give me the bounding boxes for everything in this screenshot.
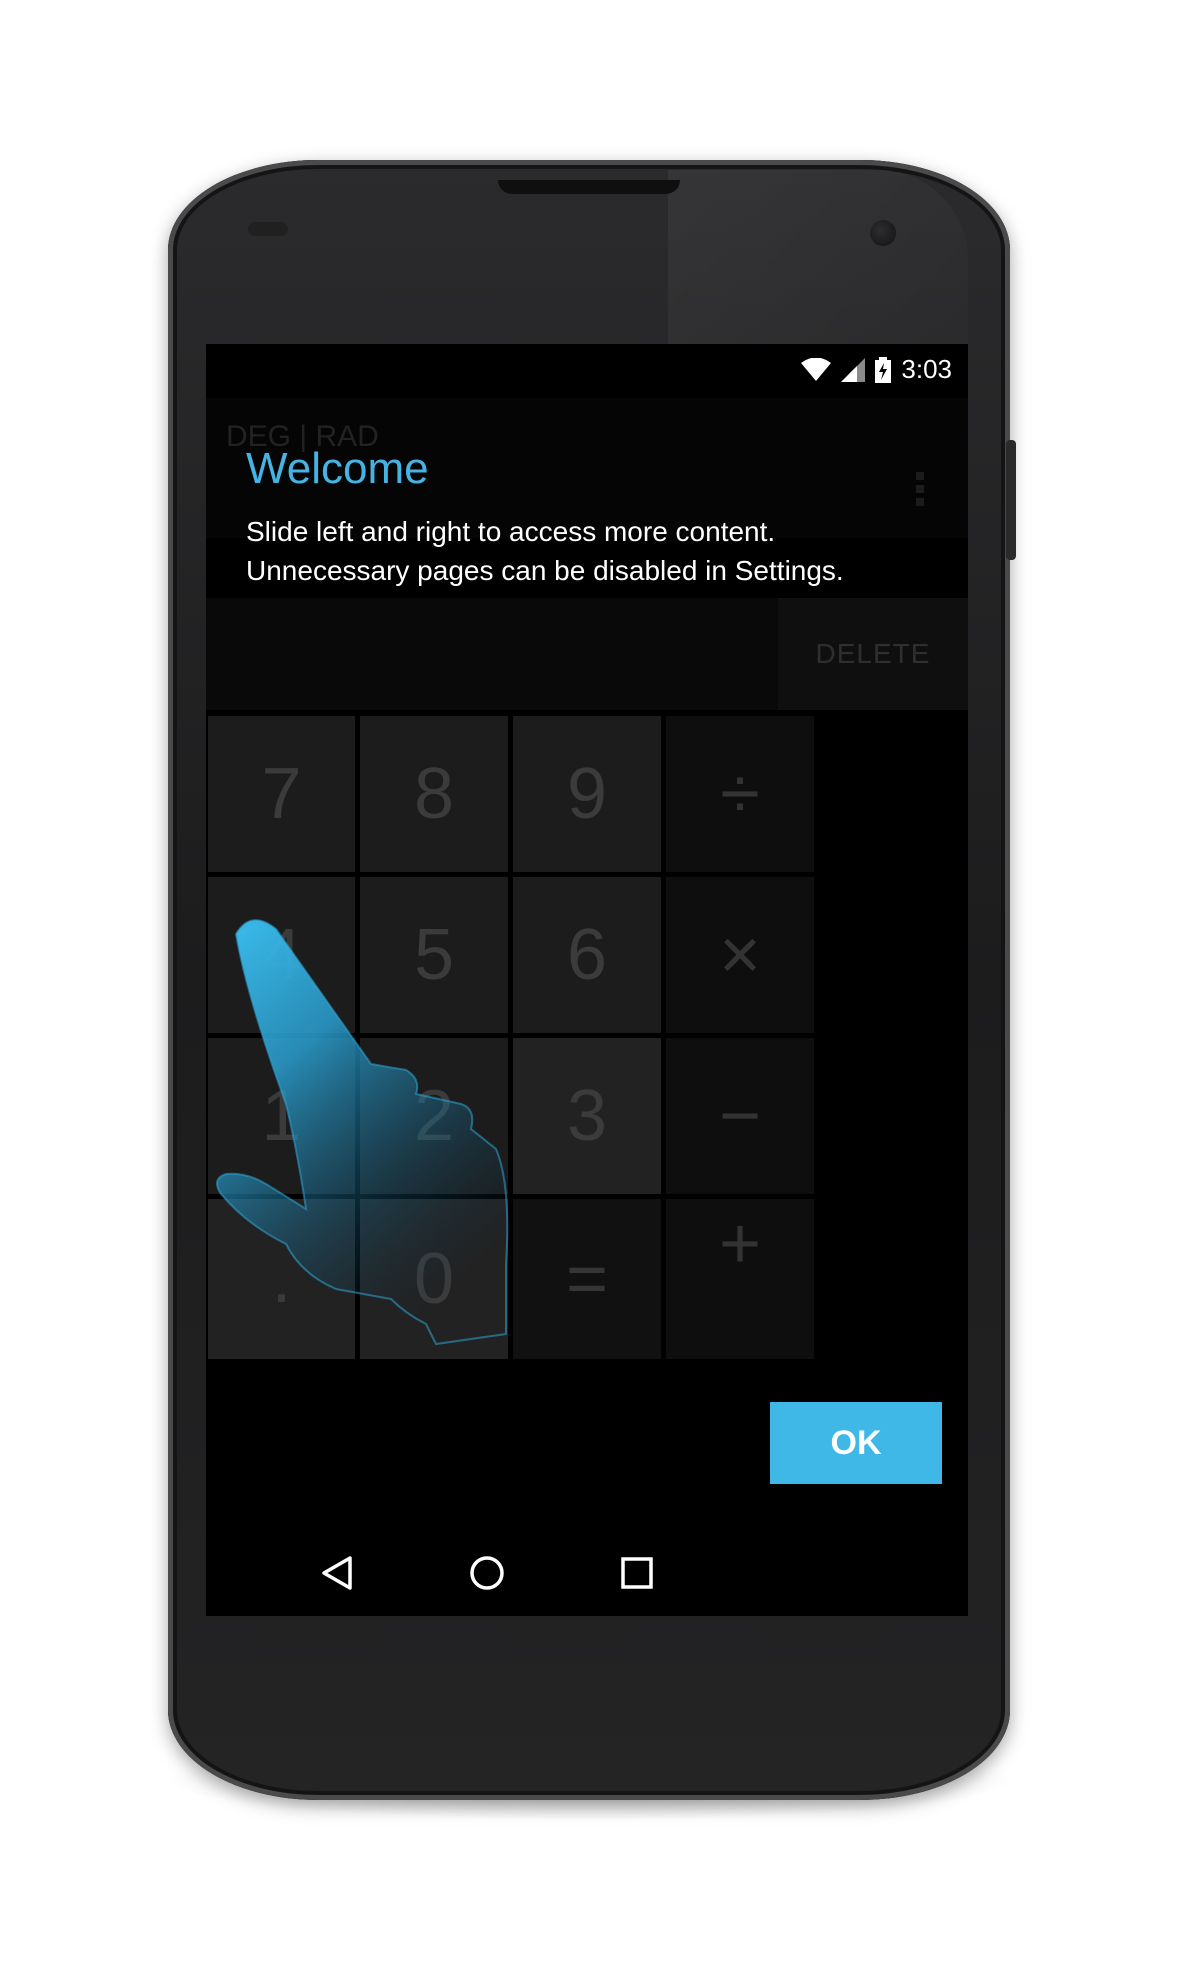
key-decimal-label: . bbox=[271, 1238, 292, 1318]
key-equals[interactable]: = bbox=[513, 1199, 661, 1359]
status-icons: 3:03 bbox=[801, 354, 952, 385]
key-2[interactable]: 2 bbox=[360, 1038, 508, 1194]
key-minus[interactable]: − bbox=[666, 1038, 814, 1194]
front-camera-icon bbox=[870, 220, 896, 246]
overflow-menu-icon[interactable] bbox=[914, 472, 926, 514]
status-clock: 3:03 bbox=[901, 354, 952, 384]
key-multiply[interactable]: × bbox=[666, 877, 814, 1033]
status-bar: 3:03 bbox=[206, 344, 968, 398]
welcome-message: Slide left and right to access more cont… bbox=[246, 516, 844, 586]
key-3[interactable]: 3 bbox=[513, 1038, 661, 1194]
key-9[interactable]: 9 bbox=[513, 716, 661, 872]
phone-screen: 3:03 DEG | RAD DELETE 7 8 9 ÷ 4 5 6 × 1 bbox=[206, 344, 968, 1616]
home-icon[interactable] bbox=[462, 1548, 512, 1598]
delete-button[interactable]: DELETE bbox=[778, 598, 968, 710]
key-plus[interactable]: + bbox=[666, 1199, 814, 1359]
navigation-bar bbox=[206, 1530, 968, 1616]
key-6[interactable]: 6 bbox=[513, 877, 661, 1033]
key-8[interactable]: 8 bbox=[360, 716, 508, 872]
key-divide[interactable]: ÷ bbox=[666, 716, 814, 872]
calculator-display-row: DELETE bbox=[206, 598, 968, 710]
welcome-title: Welcome bbox=[246, 444, 429, 493]
device-stage: 3:03 DEG | RAD DELETE 7 8 9 ÷ 4 5 6 × 1 bbox=[0, 0, 1180, 1970]
back-icon[interactable] bbox=[312, 1548, 362, 1598]
key-4[interactable]: 4 bbox=[208, 877, 355, 1033]
power-button[interactable] bbox=[1006, 440, 1016, 560]
earpiece-speaker bbox=[498, 180, 680, 194]
key-5[interactable]: 5 bbox=[360, 877, 508, 1033]
key-plus-label: + bbox=[718, 1204, 762, 1284]
key-1[interactable]: 1 bbox=[208, 1038, 355, 1194]
welcome-overlay: Welcome Slide left and right to access m… bbox=[246, 444, 866, 590]
ok-button[interactable]: OK bbox=[770, 1402, 942, 1484]
recents-icon[interactable] bbox=[612, 1548, 662, 1598]
wifi-icon bbox=[801, 357, 832, 381]
signal-icon bbox=[841, 357, 866, 382]
key-0[interactable]: 0 bbox=[360, 1199, 508, 1359]
battery-charging-icon bbox=[875, 356, 892, 383]
proximity-sensor bbox=[248, 222, 288, 236]
key-7[interactable]: 7 bbox=[208, 716, 355, 872]
key-decimal[interactable]: . bbox=[208, 1199, 355, 1359]
formula-display bbox=[206, 598, 776, 710]
